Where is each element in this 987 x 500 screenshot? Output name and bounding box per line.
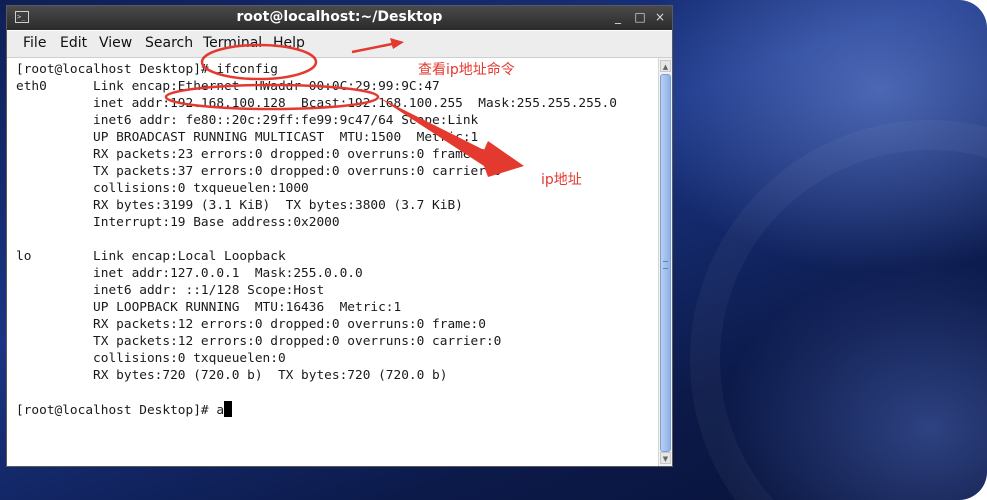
ip-highlight-ellipse: [164, 83, 380, 111]
ip-arrow: [378, 97, 524, 177]
ip-annotation-label: ip地址: [541, 172, 582, 188]
command-annotation-label: 查看ip地址命令: [418, 62, 515, 78]
command-highlight-ellipse: [200, 43, 318, 81]
command-arrow-head: [390, 38, 404, 49]
command-arrow-line: [351, 42, 393, 54]
